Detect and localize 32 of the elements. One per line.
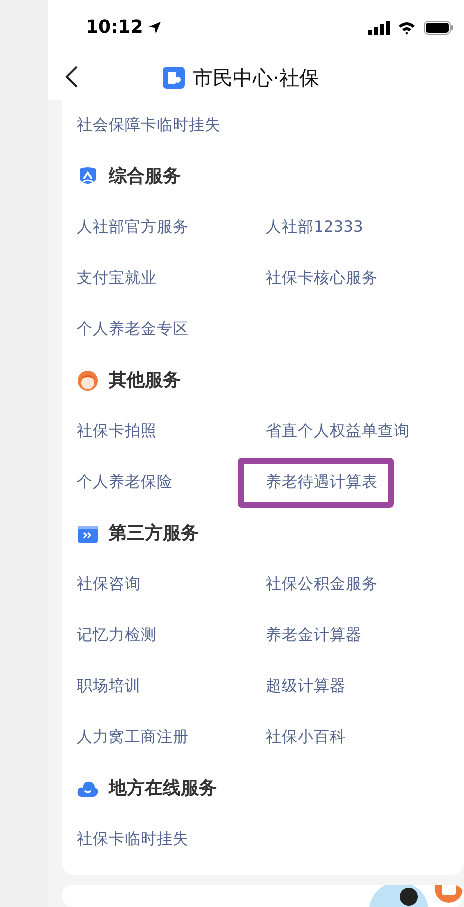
service-link[interactable]: 个人养老金专区 bbox=[77, 304, 189, 355]
person-icon bbox=[77, 370, 99, 392]
service-link[interactable]: 养老待遇计算表 bbox=[238, 458, 394, 508]
battery-icon bbox=[424, 20, 454, 34]
signal-icon bbox=[368, 20, 390, 34]
location-icon bbox=[148, 20, 162, 34]
service-link[interactable]: 人社部12333 bbox=[266, 202, 364, 253]
service-link[interactable]: 人社部官方服务 bbox=[77, 202, 189, 253]
service-link[interactable]: 社保咨询 bbox=[77, 559, 141, 610]
service-link[interactable]: 个人养老保险 bbox=[77, 457, 173, 508]
back-icon[interactable] bbox=[64, 65, 80, 89]
service-link[interactable]: 社保公积金服务 bbox=[266, 559, 378, 610]
wifi-icon bbox=[398, 20, 416, 34]
section-title: 综合服务 bbox=[109, 165, 181, 189]
service-link[interactable]: 社保卡核心服务 bbox=[266, 253, 378, 304]
service-link[interactable]: 社保小百科 bbox=[266, 712, 346, 763]
section-title: 其他服务 bbox=[109, 369, 181, 393]
service-link[interactable]: 省直个人权益单查询 bbox=[266, 406, 410, 457]
app-logo-icon bbox=[163, 66, 185, 88]
service-link[interactable]: 社会保障卡临时挂失 bbox=[77, 100, 221, 151]
status-time: 10:12 bbox=[86, 16, 144, 40]
section-title: 第三方服务 bbox=[109, 522, 199, 546]
service-link[interactable]: 支付宝就业 bbox=[77, 253, 157, 304]
service-link[interactable]: 养老金计算器 bbox=[266, 610, 362, 661]
service-link[interactable]: 人力窝工商注册 bbox=[77, 712, 189, 763]
service-link[interactable]: 记忆力检测 bbox=[77, 610, 157, 661]
service-link[interactable]: 超级计算器 bbox=[266, 661, 346, 712]
page-title: 市民中心·社保 bbox=[193, 64, 320, 92]
service-link[interactable]: 职场培训 bbox=[77, 661, 141, 712]
service-link[interactable]: 社保卡拍照 bbox=[77, 406, 157, 457]
service-link[interactable]: 社保卡临时挂失 bbox=[77, 814, 189, 865]
section-title: 地方在线服务 bbox=[109, 777, 217, 801]
